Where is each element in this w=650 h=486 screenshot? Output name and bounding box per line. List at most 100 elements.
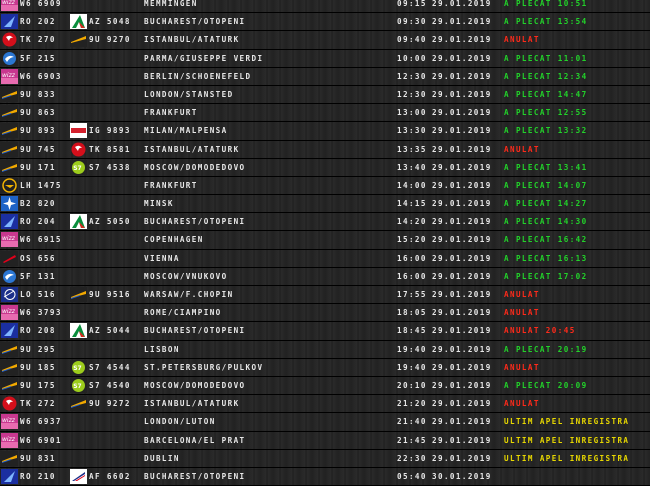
flight-row: 9U 745 TK 8581 ISTANBUL/ATATURK 13:35 29.01.…	[0, 140, 650, 159]
departure-time: 12:30	[397, 89, 427, 99]
flight-row: RO 208 AZ 5044 BUCHAREST/OTOPENI 18:45 29.01…	[0, 322, 650, 341]
flight-row: B2 820 MINSK 14:15 29.01.2019 A PLECAT 14:27	[0, 195, 650, 214]
tarom-logo-icon	[1, 468, 18, 484]
flight-row: wizz W6 6903 BERLIN/SCHOENEFELD 12:30 29.01.…	[0, 67, 650, 86]
wizz-logo-icon: wizz	[1, 0, 18, 11]
flight-code: TK 272	[20, 399, 56, 409]
flight-code: LO 516	[20, 290, 56, 299]
flight-code: 9U 863	[20, 108, 56, 118]
departure-date: 29.01.2019	[432, 362, 492, 372]
destination: ISTANBUL/ATATURK	[144, 144, 240, 154]
destination: FRANKFURT	[144, 180, 198, 190]
destination: VIENNA	[144, 253, 180, 263]
svg-text:S7: S7	[73, 383, 82, 390]
flight-row: 9U 893 IG 9893 MILAN/MALPENSA 13:30 29.01.20…	[0, 122, 650, 141]
destination: ROME/CIAMPINO	[144, 308, 222, 318]
departure-time: 10:00	[397, 53, 427, 63]
s7-blue-logo-icon	[1, 50, 18, 66]
flight-row: TK 270 9U 9270 ISTANBUL/ATATURK 09:40 29.01.…	[0, 31, 650, 50]
s7-logo-icon: S7	[70, 377, 87, 393]
flight-status: A PLECAT 20:09	[504, 380, 588, 390]
departure-time: 14:15	[397, 199, 427, 209]
departure-date: 29.01.2019	[432, 126, 492, 136]
flight-status: A PLECAT 13:41	[504, 162, 588, 172]
flight-code: 9U 833	[20, 89, 56, 99]
wizz-logo-icon: wizz	[1, 414, 18, 430]
flight-code: RO 210	[20, 471, 56, 481]
tarom-logo-icon	[1, 14, 18, 30]
airmoldova-logo-icon	[1, 450, 18, 466]
destination: LISBON	[144, 344, 180, 354]
airmoldova-logo-icon	[1, 86, 18, 102]
flight-code: W6 6903	[20, 71, 62, 81]
svg-text:wizz: wizz	[2, 436, 16, 443]
flight-code: 9U 295	[20, 344, 56, 354]
flight-row: wizz W6 3793 ROME/CIAMPINO 18:05 29.01.2019 A…	[0, 304, 650, 323]
destination: FRANKFURT	[144, 108, 198, 118]
flight-code: RO 208	[20, 326, 56, 336]
turkish-logo-icon	[1, 32, 18, 47]
flight-row: TK 272 9U 9272 ISTANBUL/ATATURK 21:20 29.01.…	[0, 395, 650, 414]
departure-date: 29.01.2019	[432, 399, 492, 409]
flight-code: 9U 185	[20, 362, 56, 372]
departure-time: 22:30	[397, 453, 427, 463]
destination: ISTANBUL/ATATURK	[144, 399, 240, 409]
s7-logo-icon: S7	[70, 359, 87, 375]
flight-status: ANULAT	[504, 362, 540, 372]
departure-date: 29.01.2019	[432, 17, 492, 27]
turkish-logo-icon	[1, 396, 18, 411]
destination: BUCHAREST/OTOPENI	[144, 217, 246, 227]
flight-code: 9U 831	[20, 453, 56, 463]
destination: BARCELONA/EL PRAT	[144, 435, 246, 445]
departure-date: 29.01.2019	[432, 217, 492, 227]
flight-row: wizz W6 6915 COPENHAGEN 15:20 29.01.2019 A PL…	[0, 231, 650, 250]
flight-code: 9U 893	[20, 126, 56, 136]
departure-date: 29.01.2019	[432, 326, 492, 336]
wizz-logo-icon: wizz	[1, 432, 18, 448]
flight-code: 5F 131	[20, 271, 56, 281]
departure-time: 09:15	[397, 0, 427, 8]
flight-code: 9U 175	[20, 380, 56, 390]
lot-logo-icon	[1, 287, 18, 302]
turkish-logo-icon	[70, 142, 87, 157]
departure-date: 29.01.2019	[432, 290, 492, 299]
flight-code: W6 3793	[20, 308, 62, 318]
flight-status: A PLECAT 20:19	[504, 344, 588, 354]
destination: DUBLIN	[144, 453, 180, 463]
flight-status: ANULAT	[504, 290, 540, 299]
flight-row: 9U 863 FRANKFURT 13:00 29.01.2019 A PLECAT 1…	[0, 104, 650, 123]
codeshare-code: TK 8581	[89, 144, 131, 154]
flight-status: A PLECAT 13:54	[504, 17, 588, 27]
svg-text:wizz: wizz	[2, 72, 16, 79]
flight-status: A PLECAT 14:27	[504, 199, 588, 209]
flight-code: W6 6915	[20, 235, 62, 245]
destination: MOSCOW/DOMODEDOVO	[144, 162, 246, 172]
flight-row: RO 204 AZ 5050 BUCHAREST/OTOPENI 14:20 29.01…	[0, 213, 650, 232]
departure-date: 29.01.2019	[432, 271, 492, 281]
flight-status: ULTIM APEL INREGISTRA	[504, 435, 630, 445]
flight-code: W6 6937	[20, 417, 62, 427]
destination: LONDON/STANSTED	[144, 89, 234, 99]
alitalia-logo-icon	[70, 214, 87, 230]
airmoldova-logo-icon	[70, 396, 87, 412]
departure-date: 29.01.2019	[432, 380, 492, 390]
codeshare-code: 9U 9270	[89, 35, 131, 45]
airmoldova-logo-icon	[70, 287, 87, 302]
flight-code: 9U 745	[20, 144, 56, 154]
codeshare-code: 9U 9272	[89, 399, 131, 409]
flight-code: OS 656	[20, 253, 56, 263]
departure-time: 20:10	[397, 380, 427, 390]
destination: ST.PETERSBURG/PULKOV	[144, 362, 264, 372]
flight-row: 5F 215 PARMA/GIUSEPPE VERDI 10:00 29.01.201…	[0, 49, 650, 68]
departure-date: 29.01.2019	[432, 162, 492, 172]
departure-time: 05:40	[397, 471, 427, 481]
departure-date: 29.01.2019	[432, 0, 492, 8]
destination: MEMMINGEN	[144, 0, 198, 8]
flight-row: LH 1475 FRANKFURT 14:00 29.01.2019 A PLECAT …	[0, 176, 650, 196]
flight-status: ULTIM APEL INREGISTRA	[504, 453, 630, 463]
flight-status: ANULAT 20:45	[504, 326, 576, 336]
codeshare-code: IG 9893	[89, 126, 131, 136]
departure-time: 12:30	[397, 71, 427, 81]
codeshare-code: S7 4540	[89, 380, 131, 390]
departure-date: 29.01.2019	[432, 344, 492, 354]
